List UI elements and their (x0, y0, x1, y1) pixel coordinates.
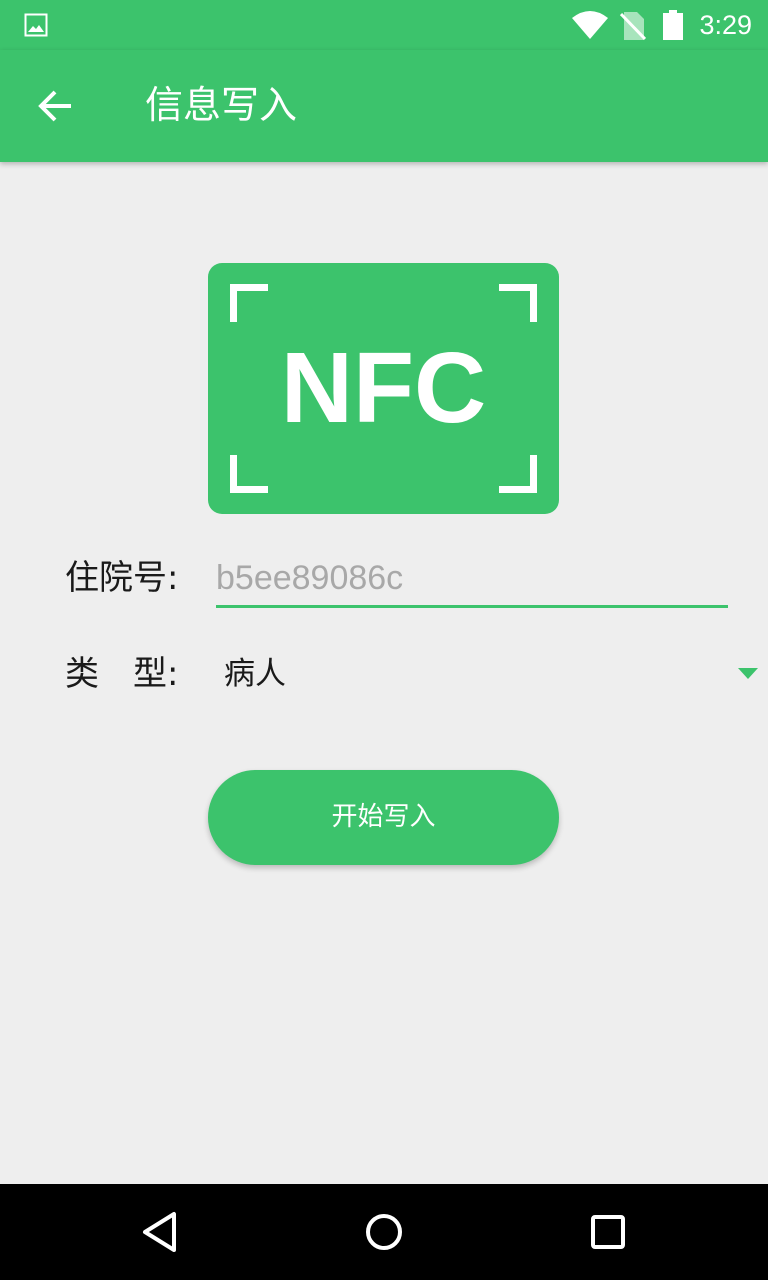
type-select[interactable]: 病人 (216, 644, 768, 704)
battery-icon (663, 10, 683, 40)
wifi-icon (572, 11, 608, 39)
dropdown-arrow-icon (738, 668, 758, 679)
arrow-left-icon (38, 90, 71, 122)
corner-bracket-bottom-right (499, 455, 537, 493)
nav-home-button[interactable] (360, 1208, 408, 1256)
nfc-logo-text: NFC (280, 332, 487, 444)
type-label: 类 型: (65, 654, 179, 694)
status-bar: 3:29 (0, 0, 768, 50)
admission-number-input[interactable] (216, 552, 728, 608)
start-write-button[interactable]: 开始写入 (208, 770, 559, 865)
nfc-card: NFC (208, 263, 559, 514)
app-bar: 信息写入 (0, 50, 768, 162)
back-triangle-icon (143, 1212, 176, 1252)
navigation-bar (0, 1184, 768, 1280)
gallery-icon (24, 13, 48, 37)
status-time: 3:29 (699, 10, 752, 40)
nav-back-button[interactable] (136, 1208, 184, 1256)
no-sim-icon (620, 12, 646, 41)
nav-recents-button[interactable] (584, 1208, 632, 1256)
home-circle-icon (366, 1214, 402, 1250)
corner-bracket-top-right (499, 284, 537, 322)
corner-bracket-top-left (230, 284, 268, 322)
type-select-value: 病人 (224, 656, 286, 692)
back-button[interactable] (24, 74, 88, 138)
recents-square-icon (591, 1215, 625, 1249)
page-title: 信息写入 (145, 83, 298, 127)
corner-bracket-bottom-left (230, 455, 268, 493)
admission-number-label: 住院号: (65, 558, 179, 598)
